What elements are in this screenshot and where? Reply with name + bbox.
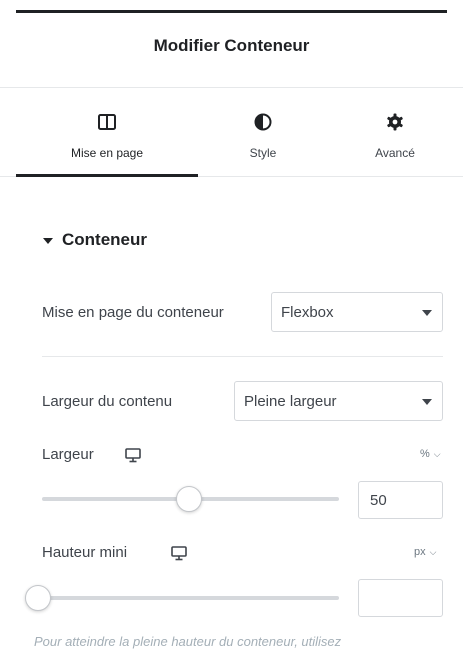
- container-layout-value: Flexbox: [281, 304, 334, 321]
- chevron-down-icon: ⌵: [433, 449, 441, 459]
- width-input[interactable]: 50: [358, 481, 443, 519]
- panel-top-border: [16, 10, 447, 13]
- columns-icon: [98, 114, 116, 130]
- section-divider: [42, 356, 443, 357]
- min-height-slider-track: [42, 596, 339, 600]
- width-input-value: 50: [370, 492, 387, 509]
- tab-style[interactable]: Style: [198, 88, 328, 178]
- desktop-icon[interactable]: [124, 447, 142, 463]
- tab-layout[interactable]: Mise en page: [16, 88, 198, 178]
- width-label: Largeur: [42, 446, 94, 463]
- min-height-hint: Pour atteindre la pleine hauteur du cont…: [34, 634, 342, 649]
- half-circle-icon: [254, 113, 272, 131]
- min-height-input[interactable]: [358, 579, 443, 617]
- width-slider-handle[interactable]: [176, 486, 202, 512]
- content-width-label: Largeur du contenu: [42, 393, 173, 410]
- container-layout-select[interactable]: Flexbox: [271, 292, 443, 332]
- min-height-unit-select[interactable]: px ⌵: [414, 546, 436, 558]
- caret-down-icon: [422, 399, 432, 405]
- chevron-down-icon: ⌵: [429, 547, 437, 557]
- tab-advanced[interactable]: Avancé: [330, 88, 460, 178]
- gear-icon: [387, 113, 403, 131]
- desktop-icon[interactable]: [170, 545, 188, 561]
- tab-layout-label: Mise en page: [70, 146, 144, 160]
- content-width-select[interactable]: Pleine largeur: [234, 381, 443, 421]
- content-width-value: Pleine largeur: [244, 393, 337, 410]
- width-unit-value: %: [420, 448, 430, 460]
- section-title: Conteneur: [62, 230, 147, 249]
- caret-down-icon: [422, 310, 432, 316]
- caret-down-icon: [43, 238, 53, 244]
- width-unit-select[interactable]: % ⌵: [420, 448, 441, 460]
- tab-bar: Mise en page Style Avancé: [0, 88, 463, 178]
- container-layout-label: Mise en page du conteneur: [42, 304, 224, 321]
- tab-advanced-label: Avancé: [375, 146, 415, 160]
- min-height-slider-handle[interactable]: [25, 585, 51, 611]
- min-height-unit-value: px: [414, 546, 426, 558]
- panel-title: Modifier Conteneur: [153, 36, 310, 55]
- min-height-label: Hauteur mini: [42, 544, 128, 561]
- tab-style-label: Style: [249, 146, 277, 160]
- active-tab-indicator: [16, 174, 198, 177]
